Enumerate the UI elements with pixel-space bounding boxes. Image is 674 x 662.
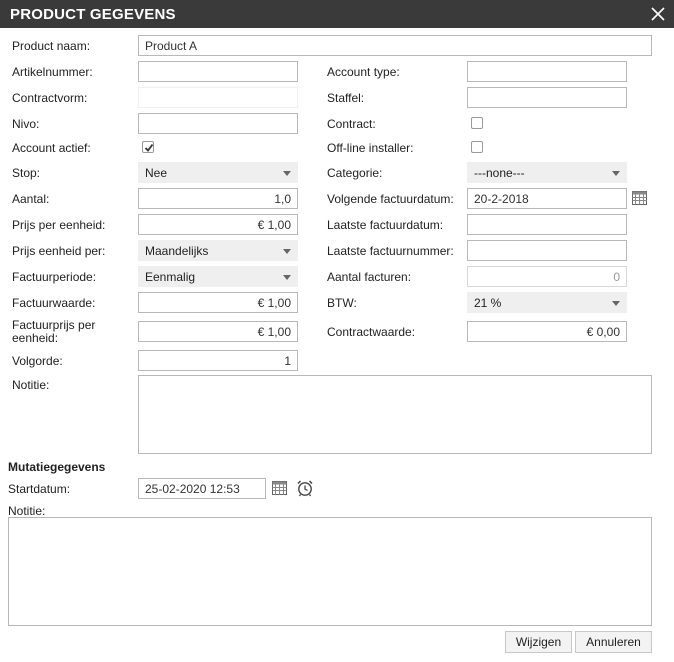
- staffel-input[interactable]: [467, 87, 627, 108]
- prijs-eenheid-per-label: Prijs eenheid per:: [12, 244, 106, 258]
- factuurwaarde-input[interactable]: € 1,00: [138, 292, 298, 313]
- wijzigen-button[interactable]: Wijzigen: [505, 631, 572, 653]
- factuurprijs-per-eenheid-label-line1: Factuurprijs per: [12, 318, 96, 332]
- account-type-label: Account type:: [327, 65, 400, 79]
- stop-select[interactable]: Nee: [138, 162, 298, 183]
- volgorde-label: Volgorde:: [12, 354, 63, 368]
- mutatiegegevens-heading: Mutatiegegevens: [8, 460, 106, 474]
- categorie-select[interactable]: ---none---: [467, 162, 627, 183]
- contract-checkbox[interactable]: [471, 117, 483, 129]
- volgende-factuurdatum-input[interactable]: 20-2-2018: [467, 188, 627, 209]
- contractwaarde-label: Contractwaarde:: [327, 325, 416, 339]
- prijs-per-eenheid-label: Prijs per eenheid:: [12, 218, 106, 232]
- product-naam-label: Product naam:: [12, 39, 91, 53]
- laatste-factuurdatum-input[interactable]: [467, 214, 627, 235]
- calendar-icon[interactable]: [272, 481, 287, 498]
- categorie-value: ---none---: [474, 166, 525, 180]
- prijs-per-eenheid-input[interactable]: € 1,00: [138, 214, 298, 235]
- chevron-down-icon: [283, 275, 291, 280]
- notitie-textarea[interactable]: [138, 375, 652, 454]
- btw-select[interactable]: 21 %: [467, 292, 627, 313]
- factuurperiode-label: Factuurperiode:: [12, 270, 97, 284]
- chevron-down-icon: [612, 171, 620, 176]
- factuurprijs-per-eenheid-input[interactable]: € 1,00: [138, 321, 298, 342]
- staffel-label: Staffel:: [327, 91, 365, 105]
- dialog-title: PRODUCT GEGEVENS: [10, 6, 176, 23]
- offline-installer-checkbox[interactable]: [471, 141, 483, 153]
- nivo-input[interactable]: [138, 113, 298, 134]
- btw-label: BTW:: [327, 296, 357, 310]
- laatste-factuurnummer-input[interactable]: [467, 240, 627, 261]
- laatste-factuurnummer-label: Laatste factuurnummer:: [327, 244, 454, 258]
- prijs-eenheid-per-value: Maandelijks: [145, 244, 209, 258]
- aantal-input[interactable]: 1,0: [138, 188, 298, 209]
- account-actief-label: Account actief:: [12, 141, 91, 155]
- volgorde-input[interactable]: 1: [138, 350, 298, 371]
- notitie-label: Notitie:: [12, 378, 50, 392]
- artikelnummer-label: Artikelnummer:: [12, 65, 93, 79]
- aantal-facturen-label: Aantal facturen:: [327, 270, 412, 284]
- laatste-factuurdatum-label: Laatste factuurdatum:: [327, 218, 444, 232]
- artikelnummer-input[interactable]: [138, 61, 298, 82]
- btw-value: 21 %: [474, 296, 502, 310]
- volgende-factuurdatum-label: Volgende factuurdatum:: [327, 192, 454, 206]
- calendar-icon[interactable]: [632, 191, 647, 208]
- mutatie-notitie-textarea[interactable]: [8, 517, 652, 626]
- aantal-label: Aantal:: [12, 192, 50, 206]
- aantal-facturen-input: 0: [467, 266, 627, 287]
- startdatum-input[interactable]: 25-02-2020 12:53: [138, 478, 266, 499]
- checkmark-icon: [144, 143, 154, 152]
- chevron-down-icon: [283, 249, 291, 254]
- contractwaarde-input[interactable]: € 0,00: [467, 321, 627, 342]
- contractvorm-input[interactable]: [138, 87, 298, 108]
- account-type-input[interactable]: [467, 61, 627, 82]
- annuleren-button[interactable]: Annuleren: [575, 631, 652, 653]
- chevron-down-icon: [612, 301, 620, 306]
- stop-value: Nee: [145, 166, 168, 180]
- mutatie-notitie-label: Notitie:: [8, 504, 46, 518]
- close-icon[interactable]: [650, 6, 666, 22]
- offline-installer-label: Off-line installer:: [327, 141, 414, 155]
- account-actief-checkbox[interactable]: [142, 141, 154, 153]
- contractvorm-label: Contractvorm:: [12, 91, 88, 105]
- factuurwaarde-label: Factuurwaarde:: [12, 296, 96, 310]
- nivo-label: Nivo:: [12, 117, 40, 131]
- stop-label: Stop:: [12, 166, 41, 180]
- factuurprijs-per-eenheid-label-line2: eenheid:: [12, 331, 59, 345]
- factuurperiode-value: Eenmalig: [145, 270, 196, 284]
- contract-label: Contract:: [327, 117, 376, 131]
- startdatum-label: Startdatum:: [8, 482, 71, 496]
- alarm-clock-icon[interactable]: [296, 479, 314, 500]
- factuurperiode-select[interactable]: Eenmalig: [138, 266, 298, 287]
- chevron-down-icon: [283, 171, 291, 176]
- dialog-titlebar: PRODUCT GEGEVENS: [0, 0, 674, 28]
- prijs-eenheid-per-select[interactable]: Maandelijks: [138, 240, 298, 261]
- product-naam-input[interactable]: Product A: [138, 35, 652, 56]
- categorie-label: Categorie:: [327, 166, 383, 180]
